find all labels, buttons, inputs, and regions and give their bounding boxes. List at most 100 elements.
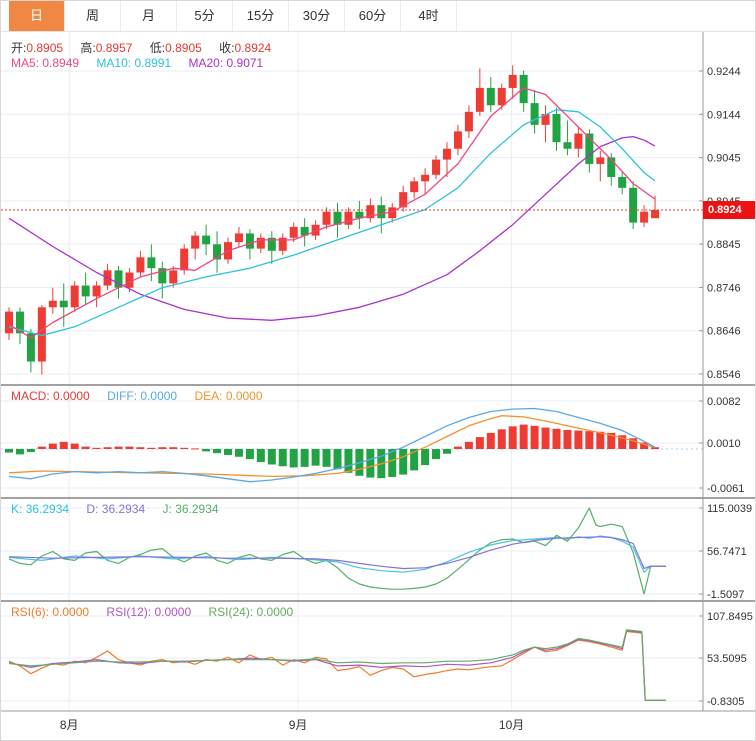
candle-body	[498, 88, 506, 105]
x-axis-month-label: 8月	[60, 718, 79, 732]
tab-30min[interactable]: 30分	[289, 1, 345, 31]
tab-4hour[interactable]: 4时	[401, 1, 457, 31]
macd-hist-bar	[585, 431, 593, 449]
macd-hist-bar	[476, 437, 484, 449]
candle-body	[377, 205, 385, 218]
candle-body	[136, 257, 144, 272]
candle-body	[487, 88, 495, 105]
macd-hist-bar	[257, 449, 265, 462]
y-tick-label: -1.5097	[707, 589, 744, 601]
chart-canvas[interactable]: 0.92440.91440.90450.89450.88450.87460.86…	[1, 32, 756, 741]
macd-hist-bar	[432, 449, 440, 459]
macd-hist-bar	[16, 449, 24, 454]
candle-body	[596, 157, 604, 164]
candle-body	[5, 312, 13, 334]
tab-day[interactable]: 日	[9, 1, 65, 31]
macd-hist-bar	[224, 449, 232, 455]
y-tick-label: 0.8546	[707, 369, 741, 381]
macd-hist-bar	[651, 447, 659, 449]
y-tick-label: -0.0061	[707, 483, 744, 495]
candle-body	[290, 227, 298, 238]
macd-hist-bar	[125, 447, 133, 449]
candle-body	[180, 249, 188, 271]
y-tick-label: 0.8646	[707, 326, 741, 338]
macd-hist-bar	[38, 447, 46, 449]
macd-hist-bar	[147, 448, 155, 449]
macd-hist-bar	[498, 429, 506, 449]
candle-body	[563, 142, 571, 149]
macd-hist-bar	[93, 448, 101, 449]
tab-60min[interactable]: 60分	[345, 1, 401, 31]
macd-hist-bar	[596, 432, 604, 449]
candle-body	[246, 233, 254, 248]
candle-body	[651, 210, 659, 218]
candle-body	[202, 236, 210, 245]
y-tick-label: 0.0010	[707, 438, 741, 450]
macd-hist-bar	[509, 426, 517, 449]
tab-15min[interactable]: 15分	[233, 1, 289, 31]
tab-bar: 日周月5分15分30分60分4时	[1, 1, 755, 32]
candle-body	[191, 236, 199, 249]
macd-hist-bar	[334, 449, 342, 469]
candle-body	[323, 212, 331, 225]
rsi12-line	[9, 631, 666, 701]
macd-hist-bar	[574, 431, 582, 449]
y-tick-label: 56.7471	[707, 546, 747, 558]
y-tick-label: 0.9144	[707, 109, 741, 121]
macd-hist-bar	[169, 447, 177, 449]
tab-week[interactable]: 周	[65, 1, 121, 31]
macd-hist-bar	[279, 449, 287, 466]
macd-hist-bar	[27, 449, 35, 452]
last-price-badge: 0.8924	[703, 201, 756, 219]
macd-hist-bar	[443, 449, 451, 454]
macd-hist-bar	[71, 444, 79, 449]
candle-body	[147, 257, 155, 268]
candle-body	[169, 270, 177, 283]
candle-body	[629, 188, 637, 223]
y-tick-label: 0.0082	[707, 396, 741, 408]
candle-body	[476, 88, 484, 112]
ma20-line	[9, 137, 655, 321]
macd-hist-bar	[235, 449, 243, 457]
candle-body	[432, 160, 440, 175]
y-tick-label: 0.8746	[707, 282, 741, 294]
candle-body	[553, 114, 561, 142]
tab-5min[interactable]: 5分	[177, 1, 233, 31]
macd-hist-bar	[180, 448, 188, 449]
candle-body	[71, 286, 79, 308]
macd-hist-bar	[454, 447, 462, 449]
macd-hist-bar	[268, 449, 276, 464]
tab-month[interactable]: 月	[121, 1, 177, 31]
macd-hist-bar	[312, 449, 320, 466]
candle-body	[421, 175, 429, 182]
macd-hist-bar	[323, 449, 331, 467]
x-axis-month-label: 10月	[499, 718, 524, 732]
candle-body	[618, 177, 626, 188]
macd-hist-bar	[531, 426, 539, 449]
macd-hist-bar	[465, 442, 473, 449]
y-tick-label: 0.8845	[707, 239, 741, 251]
macd-hist-bar	[115, 447, 123, 449]
y-tick-label: 107.8495	[707, 611, 753, 623]
x-axis-month-label: 9月	[289, 718, 308, 732]
candle-body	[465, 112, 473, 132]
candle-body	[82, 286, 90, 297]
macd-hist-bar	[421, 449, 429, 465]
candle-body	[344, 212, 352, 225]
candle-body	[60, 301, 68, 308]
candle-body	[509, 75, 517, 88]
macd-hist-bar	[191, 448, 199, 449]
macd-hist-bar	[136, 447, 144, 449]
candle-body	[235, 233, 243, 242]
macd-hist-bar	[563, 430, 571, 449]
macd-hist-bar	[213, 449, 221, 453]
macd-hist-bar	[49, 444, 57, 449]
ma10-line	[9, 110, 655, 336]
candle-body	[640, 212, 648, 223]
macd-hist-bar	[520, 425, 528, 449]
macd-hist-bar	[246, 449, 254, 459]
candle-body	[574, 134, 582, 149]
candle-body	[93, 286, 101, 297]
macd-hist-bar	[301, 449, 309, 467]
y-tick-label: 0.9244	[707, 66, 741, 78]
